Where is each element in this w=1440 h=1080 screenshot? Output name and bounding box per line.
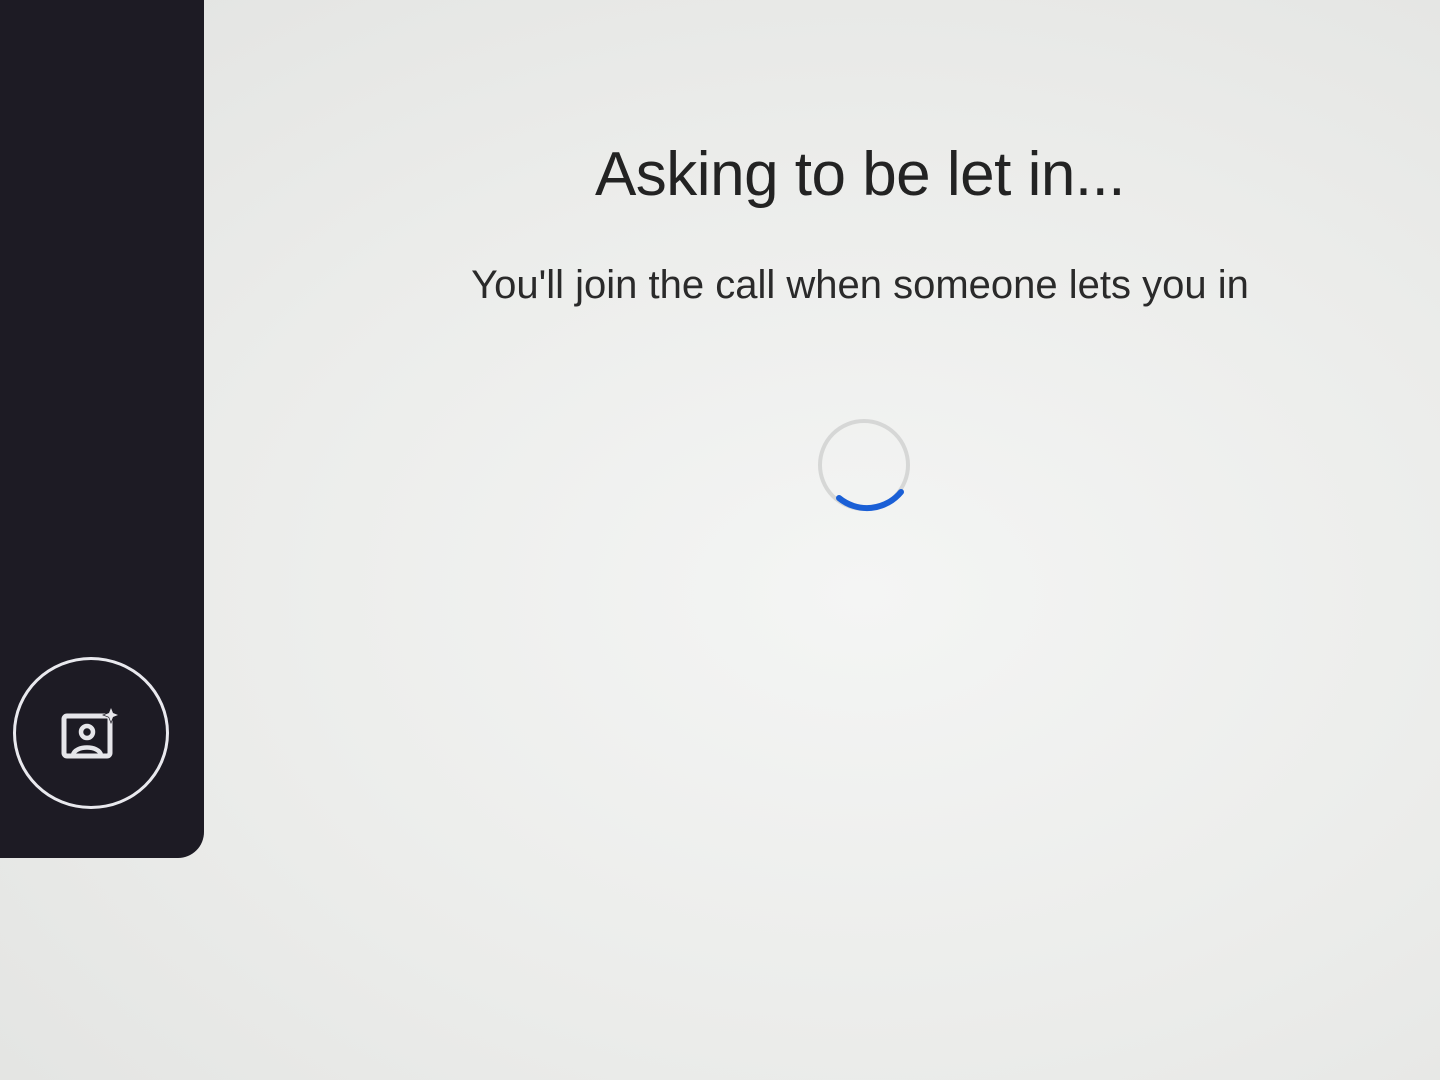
page-title: Asking to be let in... — [594, 140, 1126, 209]
waiting-room-page: Asking to be let in... You'll join the c… — [0, 0, 1440, 1080]
self-view-panel — [0, 0, 204, 858]
loading-spinner-icon — [818, 419, 910, 512]
waiting-subtitle: You'll join the call when someone lets y… — [471, 263, 1249, 307]
visual-effects-icon — [59, 705, 123, 761]
apply-visual-effects-button[interactable] — [13, 657, 169, 809]
